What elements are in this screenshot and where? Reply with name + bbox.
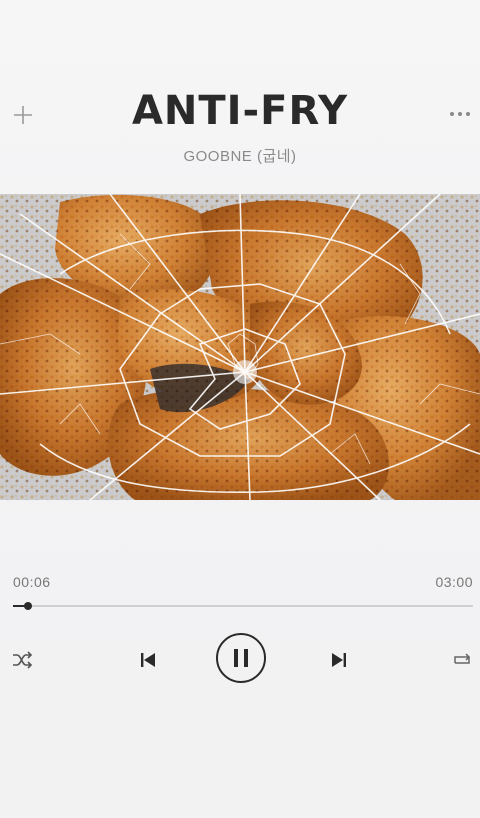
pause-icon: [234, 649, 248, 667]
player-header: ANTI-FRY GOOBNE (굽네): [0, 0, 480, 190]
artist-name[interactable]: GOOBNE (굽네): [0, 145, 480, 166]
elapsed-time: 00:06: [13, 574, 51, 590]
skip-next-icon: [332, 653, 346, 667]
skip-previous-icon: [141, 653, 155, 667]
repeat-icon: [454, 653, 471, 664]
repeat-button[interactable]: [450, 650, 474, 670]
progress-knob[interactable]: [24, 602, 33, 610]
progress-bar[interactable]: [13, 602, 473, 610]
previous-track-button[interactable]: [137, 650, 159, 670]
next-track-button[interactable]: [328, 650, 350, 670]
shuffle-button[interactable]: [10, 650, 34, 670]
album-artwork: [0, 194, 480, 500]
shuffle-icon: [13, 651, 33, 669]
fried-chicken-cracked-glass-artwork: [0, 194, 480, 500]
more-options-button[interactable]: [446, 104, 474, 124]
more-dots-icon: [450, 112, 470, 116]
pause-button[interactable]: [216, 633, 266, 683]
total-duration: 03:00: [435, 574, 473, 590]
song-title: ANTI-FRY: [131, 88, 349, 134]
